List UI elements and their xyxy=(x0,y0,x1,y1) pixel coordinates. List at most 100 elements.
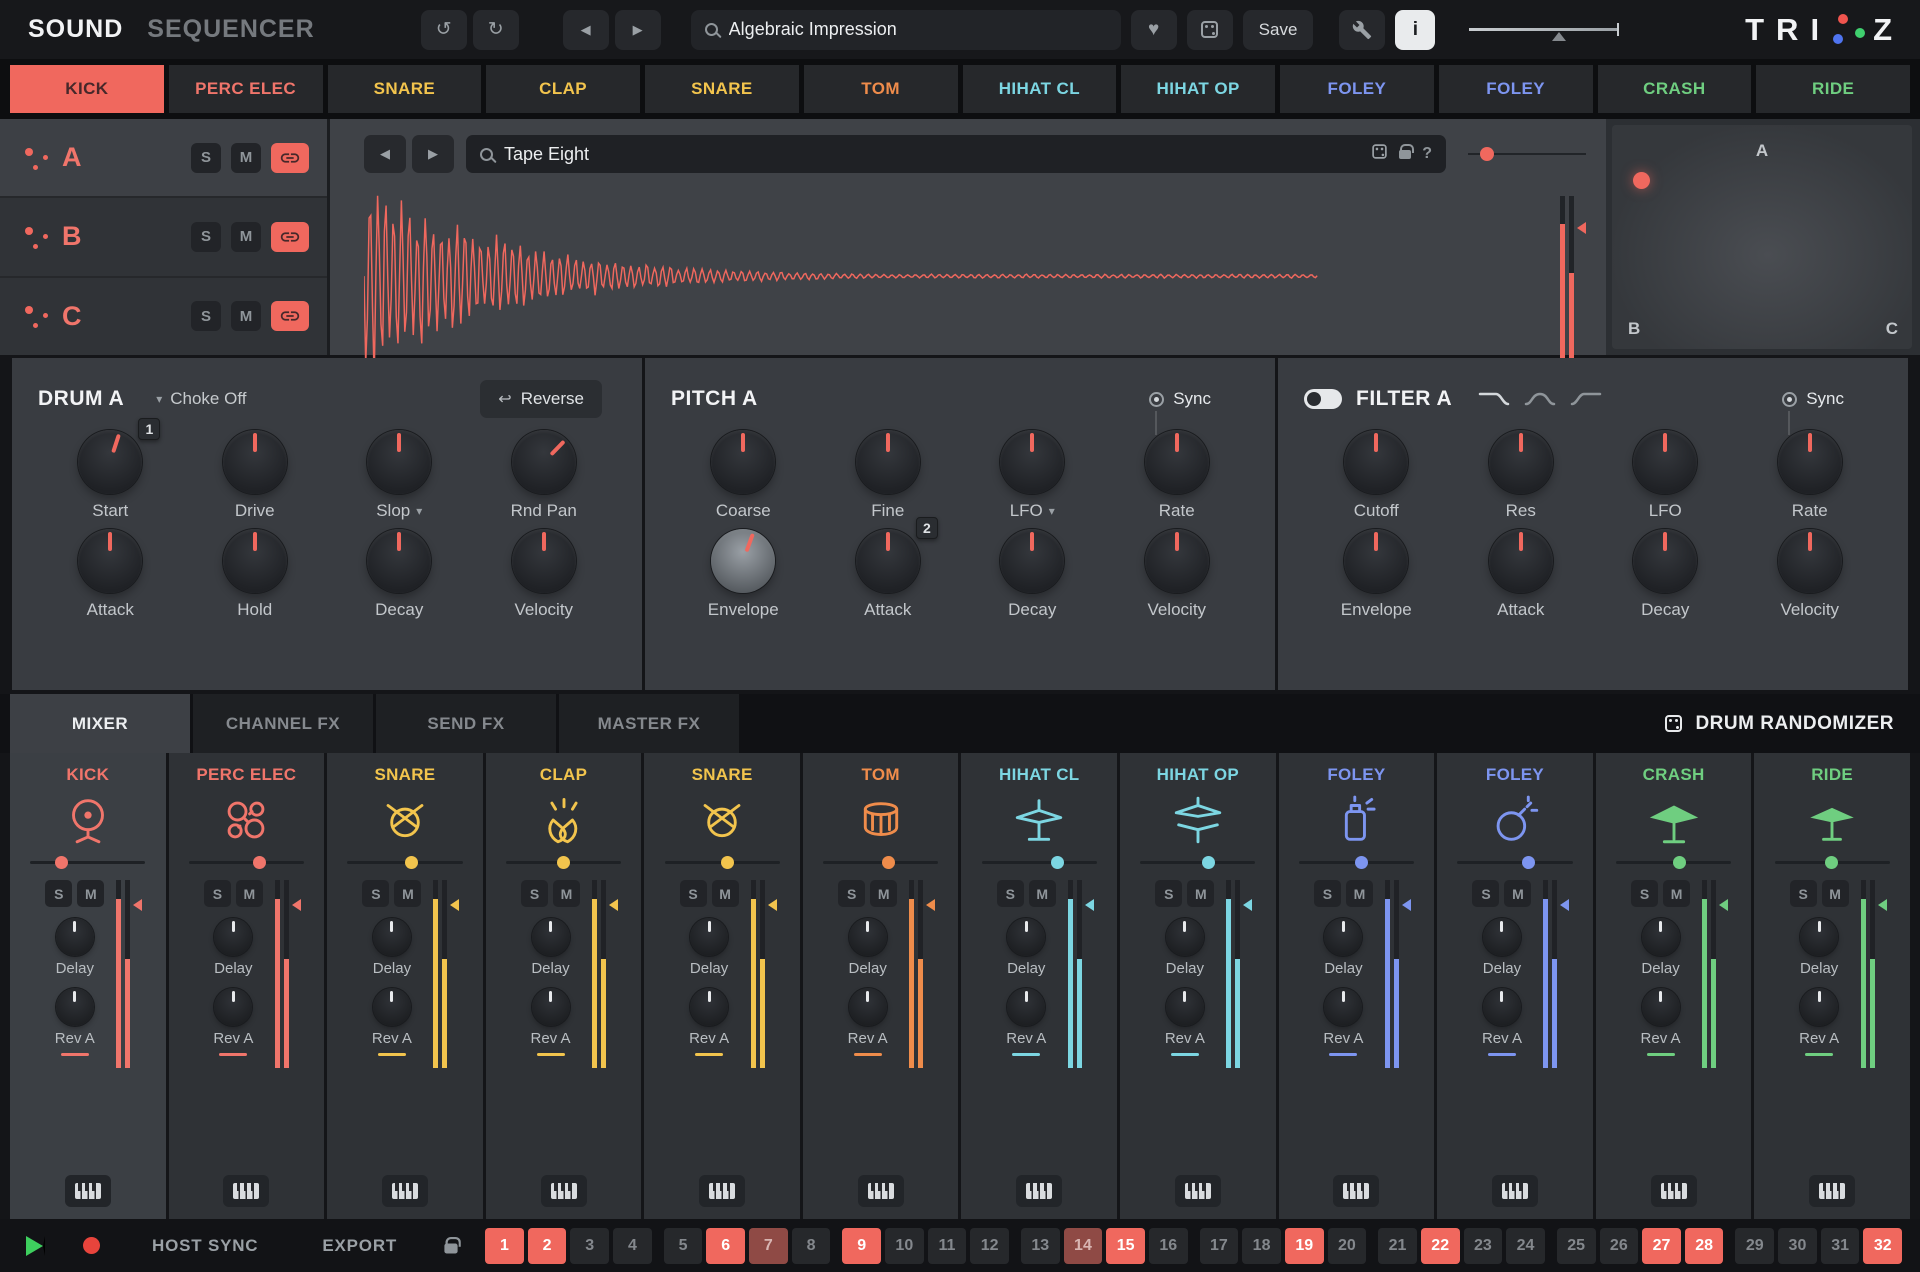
mixer-channel-snare-2[interactable]: SNARE S M Delay Rev A xyxy=(644,753,800,1219)
reverb-send-knob[interactable] xyxy=(690,988,728,1026)
pan-slider[interactable] xyxy=(665,861,780,864)
hold-knob-cell[interactable]: Hold xyxy=(195,529,315,620)
step-12[interactable]: 12 xyxy=(970,1228,1009,1264)
pan-handle[interactable] xyxy=(1202,856,1215,869)
mixer-channel-hihat-cl[interactable]: HIHAT CL S M Delay Rev A xyxy=(961,753,1117,1219)
rnd-pan-knob-cell[interactable]: Rnd Pan xyxy=(484,430,604,521)
lock-sample-button[interactable] xyxy=(1399,145,1411,164)
pan-slider[interactable] xyxy=(982,861,1097,864)
meter-marker[interactable] xyxy=(133,899,142,911)
mute-button[interactable]: M xyxy=(870,880,897,907)
start-knob[interactable] xyxy=(78,430,142,494)
step-2[interactable]: 2 xyxy=(528,1228,567,1264)
step-18[interactable]: 18 xyxy=(1242,1228,1281,1264)
solo-button[interactable]: S xyxy=(204,880,231,907)
filter-lfo-knob[interactable] xyxy=(1633,430,1697,494)
pan-slider[interactable] xyxy=(823,861,938,864)
step-19[interactable]: 19 xyxy=(1285,1228,1324,1264)
meter-marker[interactable] xyxy=(292,899,301,911)
pan-slider[interactable] xyxy=(506,861,621,864)
mixer-channel-foley-1[interactable]: FOLEY S M Delay Rev A xyxy=(1279,753,1435,1219)
step-16[interactable]: 16 xyxy=(1149,1228,1188,1264)
delay-send-knob[interactable] xyxy=(532,918,570,956)
meter-marker[interactable] xyxy=(768,899,777,911)
reverb-send-knob[interactable] xyxy=(1642,988,1680,1026)
solo-button[interactable]: S xyxy=(362,880,389,907)
mixer-channel-foley-2[interactable]: FOLEY S M Delay Rev A xyxy=(1437,753,1593,1219)
attack-knob-cell[interactable]: Attack xyxy=(50,529,170,620)
filter-enable-toggle[interactable] xyxy=(1304,389,1342,409)
meter-marker[interactable] xyxy=(1402,899,1411,911)
pattern-lock-icon[interactable] xyxy=(444,1243,457,1253)
pad-hihat-cl[interactable]: HIHAT CL xyxy=(963,65,1117,113)
prev-preset-button[interactable]: ◀ xyxy=(563,10,609,50)
reverb-send-knob[interactable] xyxy=(1324,988,1362,1026)
tab-sound[interactable]: SOUND xyxy=(28,15,123,44)
layer-c-mute-button[interactable]: M xyxy=(231,301,261,331)
tab-send-fx[interactable]: SEND FX xyxy=(376,694,556,753)
solo-button[interactable]: S xyxy=(838,880,865,907)
pad-foley-1[interactable]: FOLEY xyxy=(1280,65,1434,113)
pan-slider[interactable] xyxy=(1775,861,1890,864)
step-10[interactable]: 10 xyxy=(885,1228,924,1264)
preset-search-input[interactable] xyxy=(729,19,1107,40)
delay-send-knob[interactable] xyxy=(1166,918,1204,956)
keyboard-button[interactable] xyxy=(1809,1175,1855,1207)
attack-knob[interactable] xyxy=(78,529,142,593)
step-1[interactable]: 1 xyxy=(485,1228,524,1264)
cutoff-knob[interactable] xyxy=(1344,430,1408,494)
export-button[interactable]: EXPORT xyxy=(322,1236,397,1256)
meter-marker[interactable] xyxy=(1719,899,1728,911)
keyboard-button[interactable] xyxy=(1016,1175,1062,1207)
meter-marker[interactable] xyxy=(1560,899,1569,911)
bandpass-filter-icon[interactable] xyxy=(1524,389,1556,409)
step-9[interactable]: 9 xyxy=(842,1228,881,1264)
meter-marker[interactable] xyxy=(1577,222,1586,234)
tab-mixer[interactable]: MIXER xyxy=(10,694,190,753)
reverb-send-knob[interactable] xyxy=(1007,988,1045,1026)
step-13[interactable]: 13 xyxy=(1021,1228,1060,1264)
pitch-lfo-knob-cell[interactable]: LFO▾ xyxy=(972,430,1092,521)
sample-search-field[interactable]: ? xyxy=(466,135,1446,173)
mixer-channel-kick[interactable]: KICK S M Delay Rev A xyxy=(10,753,166,1219)
info-button[interactable]: i xyxy=(1395,10,1435,50)
step-21[interactable]: 21 xyxy=(1378,1228,1417,1264)
keyboard-button[interactable] xyxy=(541,1175,587,1207)
tab-sequencer[interactable]: SEQUENCER xyxy=(147,15,314,44)
filter-rate-knob-cell[interactable]: Rate xyxy=(1750,430,1870,521)
step-23[interactable]: 23 xyxy=(1464,1228,1503,1264)
waveform-display[interactable] xyxy=(364,181,1542,371)
filter-velocity-knob-cell[interactable]: Velocity xyxy=(1750,529,1870,620)
keyboard-button[interactable] xyxy=(223,1175,269,1207)
volume-marker[interactable] xyxy=(1552,32,1566,41)
pan-handle[interactable] xyxy=(882,856,895,869)
coarse-knob[interactable] xyxy=(711,430,775,494)
solo-button[interactable]: S xyxy=(1790,880,1817,907)
favorite-button[interactable]: ♥ xyxy=(1131,10,1177,50)
undo-button[interactable]: ↺ xyxy=(421,10,467,50)
pad-snare-2[interactable]: SNARE xyxy=(645,65,799,113)
filter-attack-knob-cell[interactable]: Attack xyxy=(1461,529,1581,620)
keyboard-button[interactable] xyxy=(1651,1175,1697,1207)
pitch-velocity-knob[interactable] xyxy=(1145,529,1209,593)
solo-button[interactable]: S xyxy=(1155,880,1182,907)
filter-velocity-knob[interactable] xyxy=(1778,529,1842,593)
step-31[interactable]: 31 xyxy=(1821,1228,1860,1264)
layer-row-b[interactable]: B S M xyxy=(0,198,327,277)
layer-b-solo-button[interactable]: S xyxy=(191,222,221,252)
pitch-envelope-knob-cell[interactable]: Envelope xyxy=(683,529,803,620)
mute-button[interactable]: M xyxy=(394,880,421,907)
xy-position-handle[interactable] xyxy=(1633,172,1650,189)
pitch-sync-toggle[interactable]: Sync xyxy=(1149,389,1211,409)
layer-b-link-button[interactable] xyxy=(271,222,309,252)
step-25[interactable]: 25 xyxy=(1557,1228,1596,1264)
layer-c-link-button[interactable] xyxy=(271,301,309,331)
step-8[interactable]: 8 xyxy=(792,1228,831,1264)
delay-send-knob[interactable] xyxy=(1324,918,1362,956)
reverb-send-knob[interactable] xyxy=(214,988,252,1026)
pitch-attack-knob-cell[interactable]: 2 Attack xyxy=(828,529,948,620)
pan-slider[interactable] xyxy=(347,861,462,864)
rnd-pan-knob[interactable] xyxy=(512,430,576,494)
pan-slider[interactable] xyxy=(1140,861,1255,864)
pitch-envelope-knob[interactable] xyxy=(711,529,775,593)
